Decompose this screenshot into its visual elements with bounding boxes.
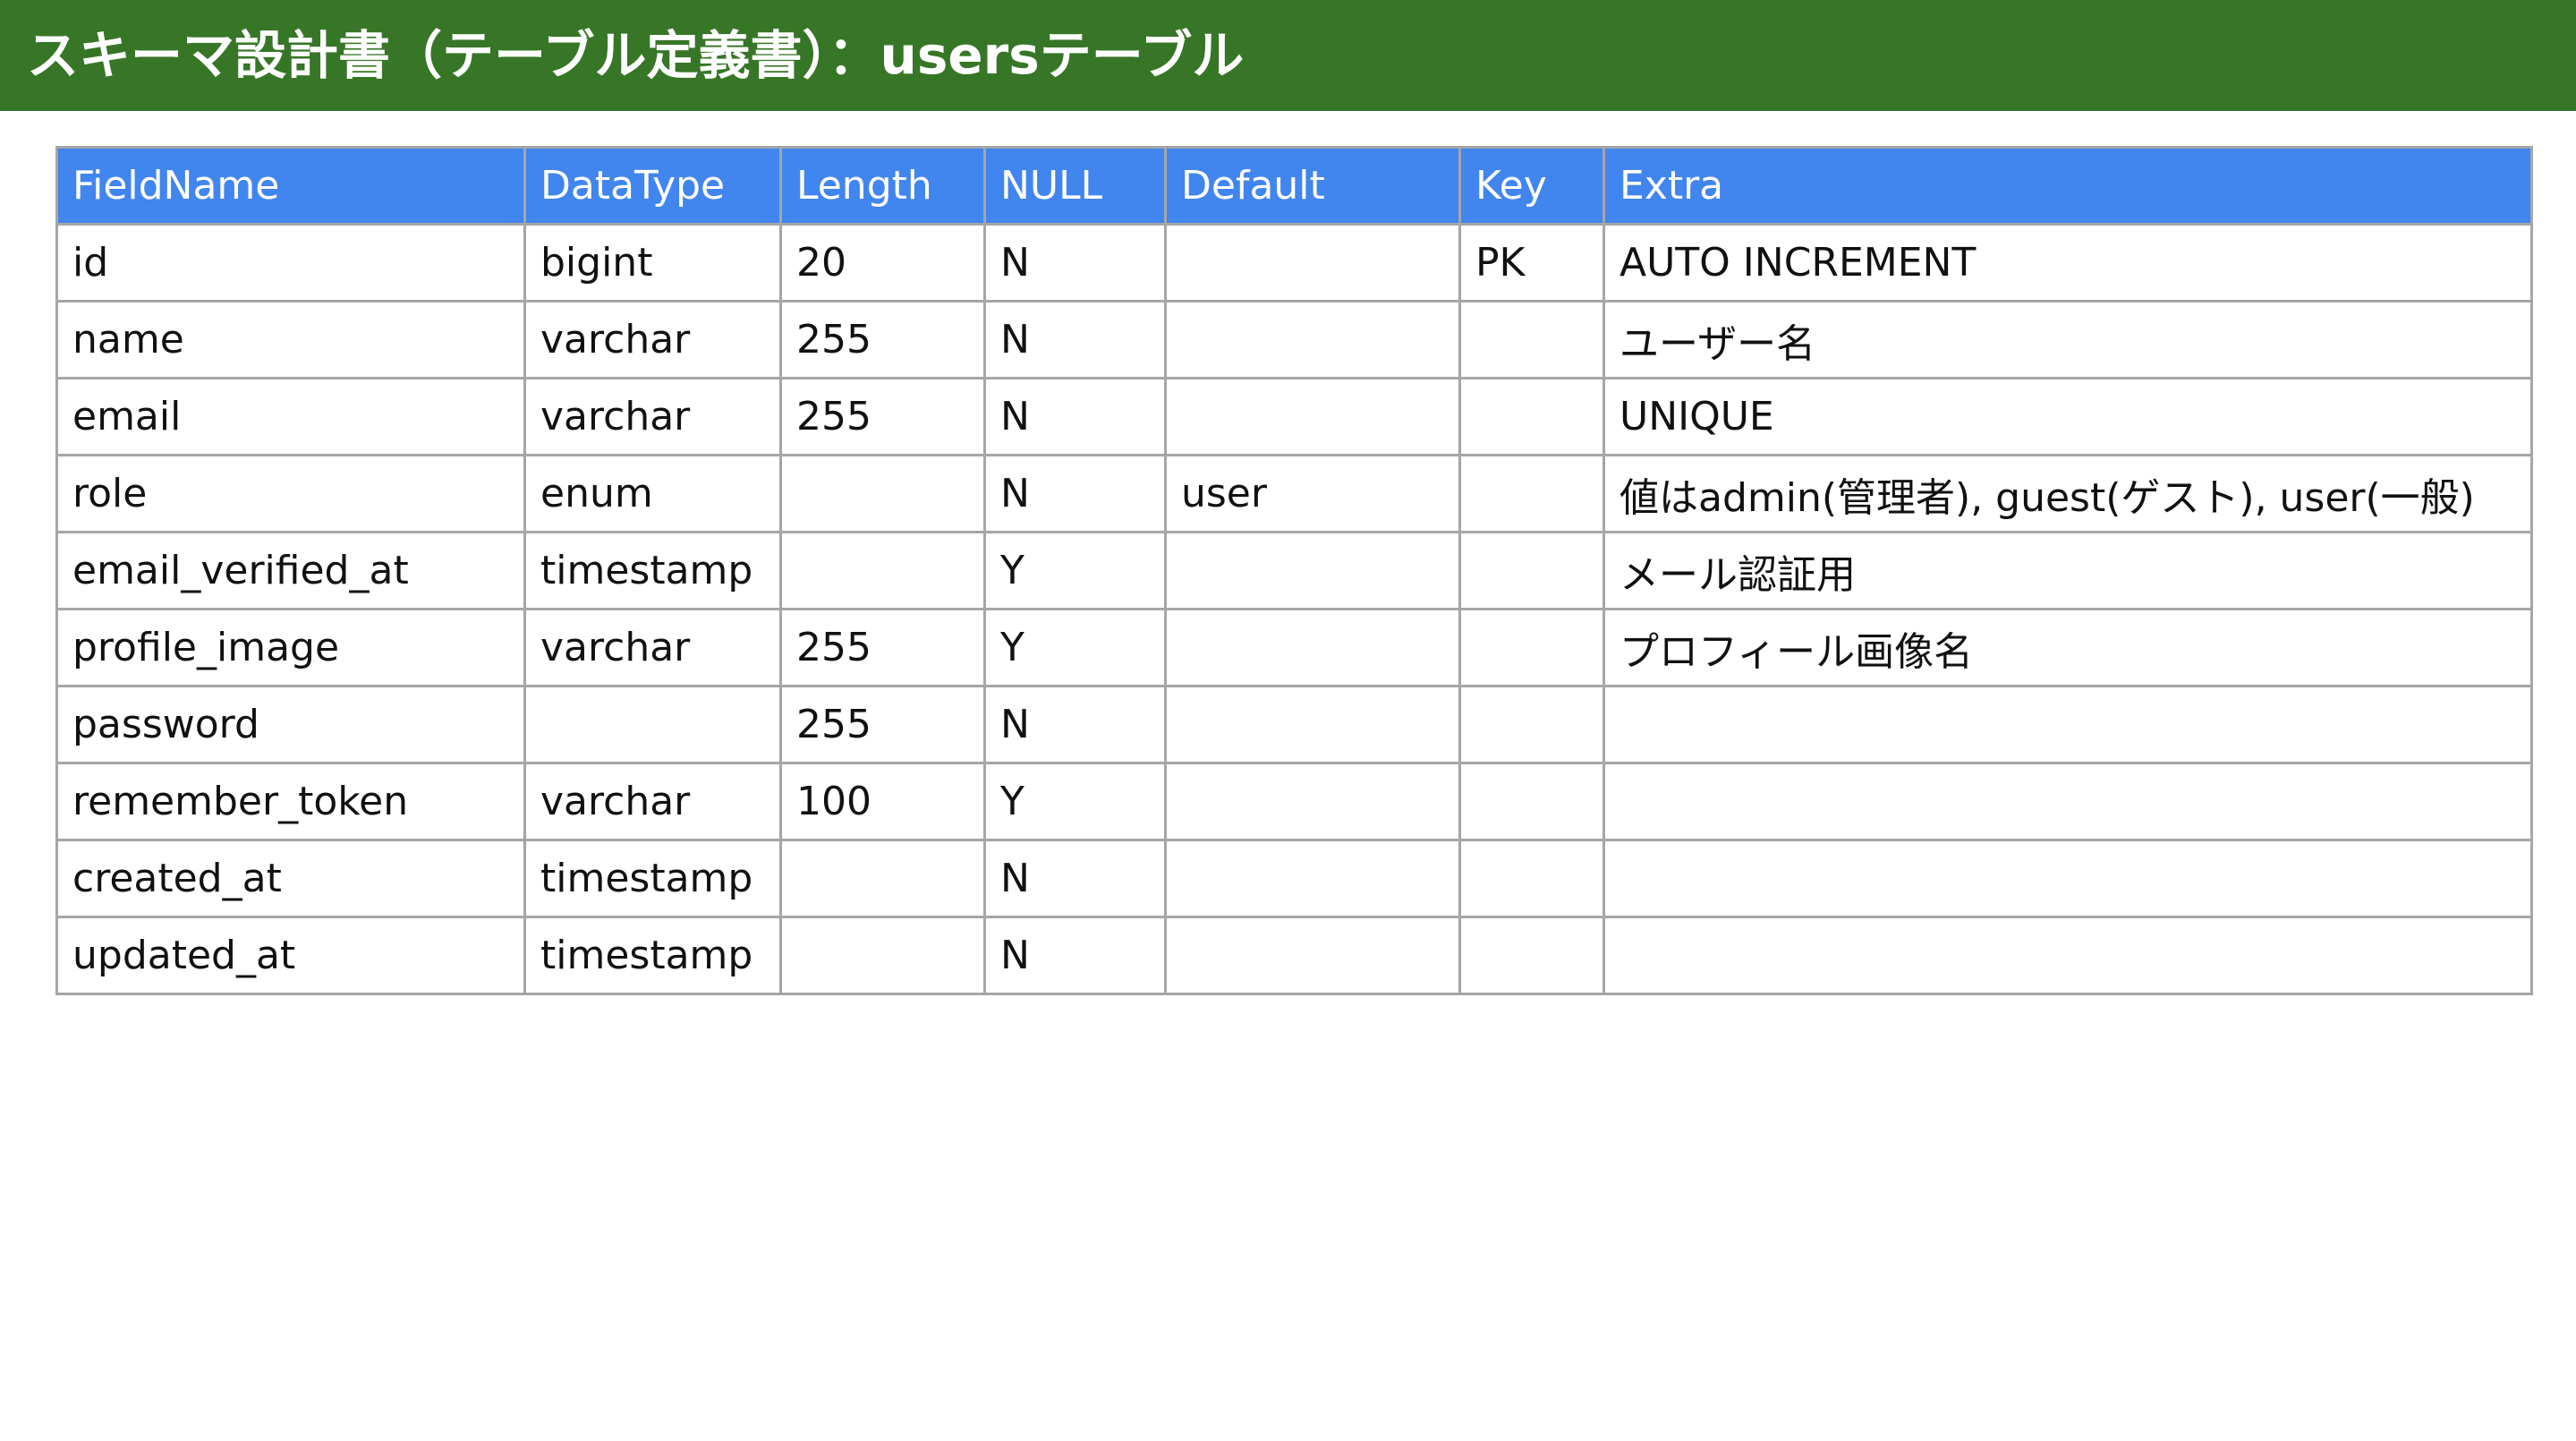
cell-field-name: created_at	[55, 839, 526, 918]
cell-extra: ユーザー名	[1603, 300, 2533, 379]
cell-null: Y	[983, 762, 1167, 841]
cell-data-type: varchar	[523, 300, 782, 379]
cell-length	[779, 916, 986, 995]
cell-default	[1164, 685, 1461, 764]
cell-length: 255	[779, 300, 986, 379]
cell-length: 100	[779, 762, 986, 841]
cell-field-name: id	[55, 223, 526, 303]
cell-length: 255	[779, 685, 986, 764]
table-row: name varchar 255 N ユーザー名	[55, 300, 2533, 379]
cell-null: N	[983, 454, 1167, 533]
cell-default	[1164, 300, 1461, 379]
cell-key	[1458, 454, 1605, 533]
cell-data-type: varchar	[523, 608, 782, 687]
cell-null: N	[983, 916, 1167, 995]
cell-default	[1164, 916, 1461, 995]
cell-default: user	[1164, 454, 1461, 533]
column-header: NULL	[983, 146, 1167, 226]
table-row: created_at timestamp N	[55, 839, 2533, 918]
page-title: スキーマ設計書（テーブル定義書）：usersテーブル	[27, 25, 1245, 86]
cell-length	[779, 531, 986, 610]
table-row: remember_token varchar 100 Y	[55, 762, 2533, 841]
cell-null: N	[983, 685, 1167, 764]
cell-key	[1458, 608, 1605, 687]
cell-key: PK	[1458, 223, 1605, 303]
table-row: email_verified_at timestamp Y メール認証用	[55, 531, 2533, 610]
cell-key	[1458, 377, 1605, 456]
cell-null: N	[983, 377, 1167, 456]
header-bar: スキーマ設計書（テーブル定義書）：usersテーブル	[0, 0, 2576, 111]
cell-data-type: varchar	[523, 377, 782, 456]
cell-data-type	[523, 685, 782, 764]
table-row: id bigint 20 N PK AUTO INCREMENT	[55, 223, 2533, 303]
cell-data-type: bigint	[523, 223, 782, 303]
column-header: Extra	[1603, 146, 2533, 226]
cell-extra: 値はadmin(管理者), guest(ゲスト), user(一般)	[1603, 454, 2533, 533]
cell-key	[1458, 839, 1605, 918]
cell-null: N	[983, 223, 1167, 303]
cell-length: 20	[779, 223, 986, 303]
cell-field-name: email_verified_at	[55, 531, 526, 610]
table-row: updated_at timestamp N	[55, 916, 2533, 995]
cell-default	[1164, 377, 1461, 456]
column-header: Length	[779, 146, 986, 226]
users-schema-table: FieldName DataType Length NULL Default K…	[55, 146, 2533, 995]
cell-field-name: updated_at	[55, 916, 526, 995]
cell-data-type: timestamp	[523, 916, 782, 995]
cell-null: N	[983, 300, 1167, 379]
cell-extra	[1603, 839, 2533, 918]
cell-extra: AUTO INCREMENT	[1603, 223, 2533, 303]
column-header: Key	[1458, 146, 1605, 226]
cell-extra: UNIQUE	[1603, 377, 2533, 456]
table-body: id bigint 20 N PK AUTO INCREMENT name varchar 25…	[55, 223, 2533, 995]
cell-length	[779, 839, 986, 918]
table-row: profile_image varchar 255 Y プロフィール画像名	[55, 608, 2533, 687]
cell-field-name: password	[55, 685, 526, 764]
cell-key	[1458, 916, 1605, 995]
cell-default	[1164, 608, 1461, 687]
cell-key	[1458, 685, 1605, 764]
cell-default	[1164, 839, 1461, 918]
cell-key	[1458, 300, 1605, 379]
cell-extra: プロフィール画像名	[1603, 608, 2533, 687]
cell-length: 255	[779, 377, 986, 456]
cell-data-type: enum	[523, 454, 782, 533]
cell-field-name: email	[55, 377, 526, 456]
cell-default	[1164, 531, 1461, 610]
cell-data-type: timestamp	[523, 839, 782, 918]
cell-default	[1164, 762, 1461, 841]
cell-field-name: remember_token	[55, 762, 526, 841]
cell-null: Y	[983, 608, 1167, 687]
cell-field-name: name	[55, 300, 526, 379]
cell-length: 255	[779, 608, 986, 687]
cell-extra	[1603, 762, 2533, 841]
cell-null: N	[983, 839, 1167, 918]
cell-data-type: varchar	[523, 762, 782, 841]
table-row: password 255 N	[55, 685, 2533, 764]
cell-null: Y	[983, 531, 1167, 610]
cell-field-name: profile_image	[55, 608, 526, 687]
column-header: FieldName	[55, 146, 526, 226]
cell-extra: メール認証用	[1603, 531, 2533, 610]
cell-extra	[1603, 685, 2533, 764]
column-header: DataType	[523, 146, 782, 226]
column-header: Default	[1164, 146, 1461, 226]
cell-key	[1458, 762, 1605, 841]
table-row: email varchar 255 N UNIQUE	[55, 377, 2533, 456]
table-row: role enum Nuser 値はadmin(管理者), guest(ゲスト), u…	[55, 454, 2533, 533]
cell-data-type: timestamp	[523, 531, 782, 610]
cell-key	[1458, 531, 1605, 610]
table-header-row: FieldName DataType Length NULL Default K…	[55, 146, 2533, 226]
cell-default	[1164, 223, 1461, 303]
cell-field-name: role	[55, 454, 526, 533]
cell-extra	[1603, 916, 2533, 995]
cell-length	[779, 454, 986, 533]
